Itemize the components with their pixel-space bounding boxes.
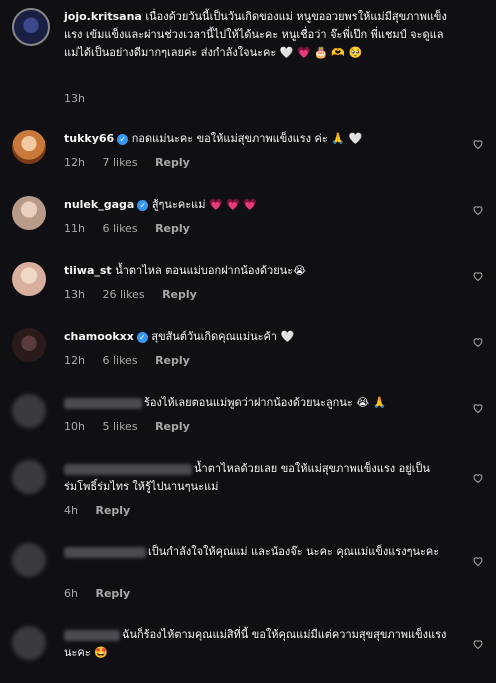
avatar[interactable] [12, 328, 46, 362]
blurred-username [64, 546, 146, 558]
blurred-username [64, 463, 192, 475]
comment-time: 11h [64, 222, 85, 235]
comment-likes[interactable]: 6 likes [102, 354, 137, 367]
verified-badge-icon: ✓ [136, 331, 148, 343]
comment-likes[interactable]: 7 likes [102, 156, 137, 169]
avatar[interactable] [12, 543, 46, 577]
comment-likes[interactable]: 26 likes [102, 288, 144, 301]
comment-username[interactable]: chamookxx [64, 330, 134, 343]
comment-likes[interactable]: 5 likes [102, 420, 137, 433]
reply-button[interactable]: Reply [155, 156, 190, 169]
comment-text: สุขสันต์วันเกิดคุณแม่นะค้า 🤍 [151, 330, 295, 343]
verified-badge-icon: ✓ [117, 133, 129, 145]
comment-likes[interactable]: 6 likes [102, 222, 137, 235]
verified-badge-icon: ✓ [137, 199, 149, 211]
comment-text: สู้ๆนะคะแม่ 💗 💗 💗 [151, 198, 258, 211]
like-heart-icon[interactable] [472, 336, 484, 348]
avatar[interactable] [12, 196, 46, 230]
like-heart-icon[interactable] [472, 270, 484, 282]
reply-button[interactable]: Reply [95, 587, 130, 600]
comment-text: ร้องไห้เลยตอนแม่พูดว่าฝากน้องด้วยนะลูกนะ… [144, 396, 387, 409]
comment-time: 12h [64, 156, 85, 169]
blurred-username [64, 397, 142, 409]
like-heart-icon[interactable] [472, 472, 484, 484]
like-heart-icon[interactable] [472, 638, 484, 650]
comments-list: jojo.kritsana เนื่องด้วยวันนี้เป็นวันเกิ… [0, 0, 496, 683]
comment-time: 10h [64, 420, 85, 433]
like-heart-icon[interactable] [472, 402, 484, 414]
comment-username[interactable]: tukky66 [64, 132, 114, 145]
comment-time: 4h [64, 504, 78, 517]
avatar[interactable] [12, 130, 46, 164]
reply-button[interactable]: Reply [155, 222, 190, 235]
comment-username[interactable]: jojo.kritsana [64, 10, 142, 23]
blurred-username [64, 629, 120, 641]
comment-time: 12h [64, 354, 85, 367]
comment-text: เป็นกำลังใจให้คุณแม่ และน้องจ๊ะ นะคะ คุณ… [148, 545, 440, 558]
avatar[interactable] [12, 8, 50, 46]
reply-button[interactable]: Reply [155, 420, 190, 433]
comment-text: ฉันก็ร้องไห้ตามคุณแม่สิที่นี้ ขอให้คุณแม… [64, 628, 447, 659]
avatar[interactable] [12, 394, 46, 428]
like-heart-icon[interactable] [472, 204, 484, 216]
reply-button[interactable]: Reply [162, 288, 197, 301]
comment-text: น้ำตาไหล ตอนแม่บอกฝากน้องด้วยนะ😭 [115, 264, 306, 277]
reply-button[interactable]: Reply [95, 504, 130, 517]
comment-text: กอดแม่นะคะ ขอให้แม่สุขภาพแข็งแรง ค่ะ 🙏 🤍 [131, 132, 363, 145]
comment-username[interactable]: nulek_gaga [64, 198, 134, 211]
like-heart-icon[interactable] [472, 555, 484, 567]
comment-time: 13h [64, 288, 85, 301]
avatar[interactable] [12, 626, 46, 660]
like-heart-icon[interactable] [472, 138, 484, 150]
avatar[interactable] [12, 460, 46, 494]
reply-button[interactable]: Reply [155, 354, 190, 367]
comment-time: 13h [64, 92, 85, 105]
avatar[interactable] [12, 262, 46, 296]
comment-username[interactable]: tiiwa_st [64, 264, 112, 277]
comment-time: 6h [64, 587, 78, 600]
